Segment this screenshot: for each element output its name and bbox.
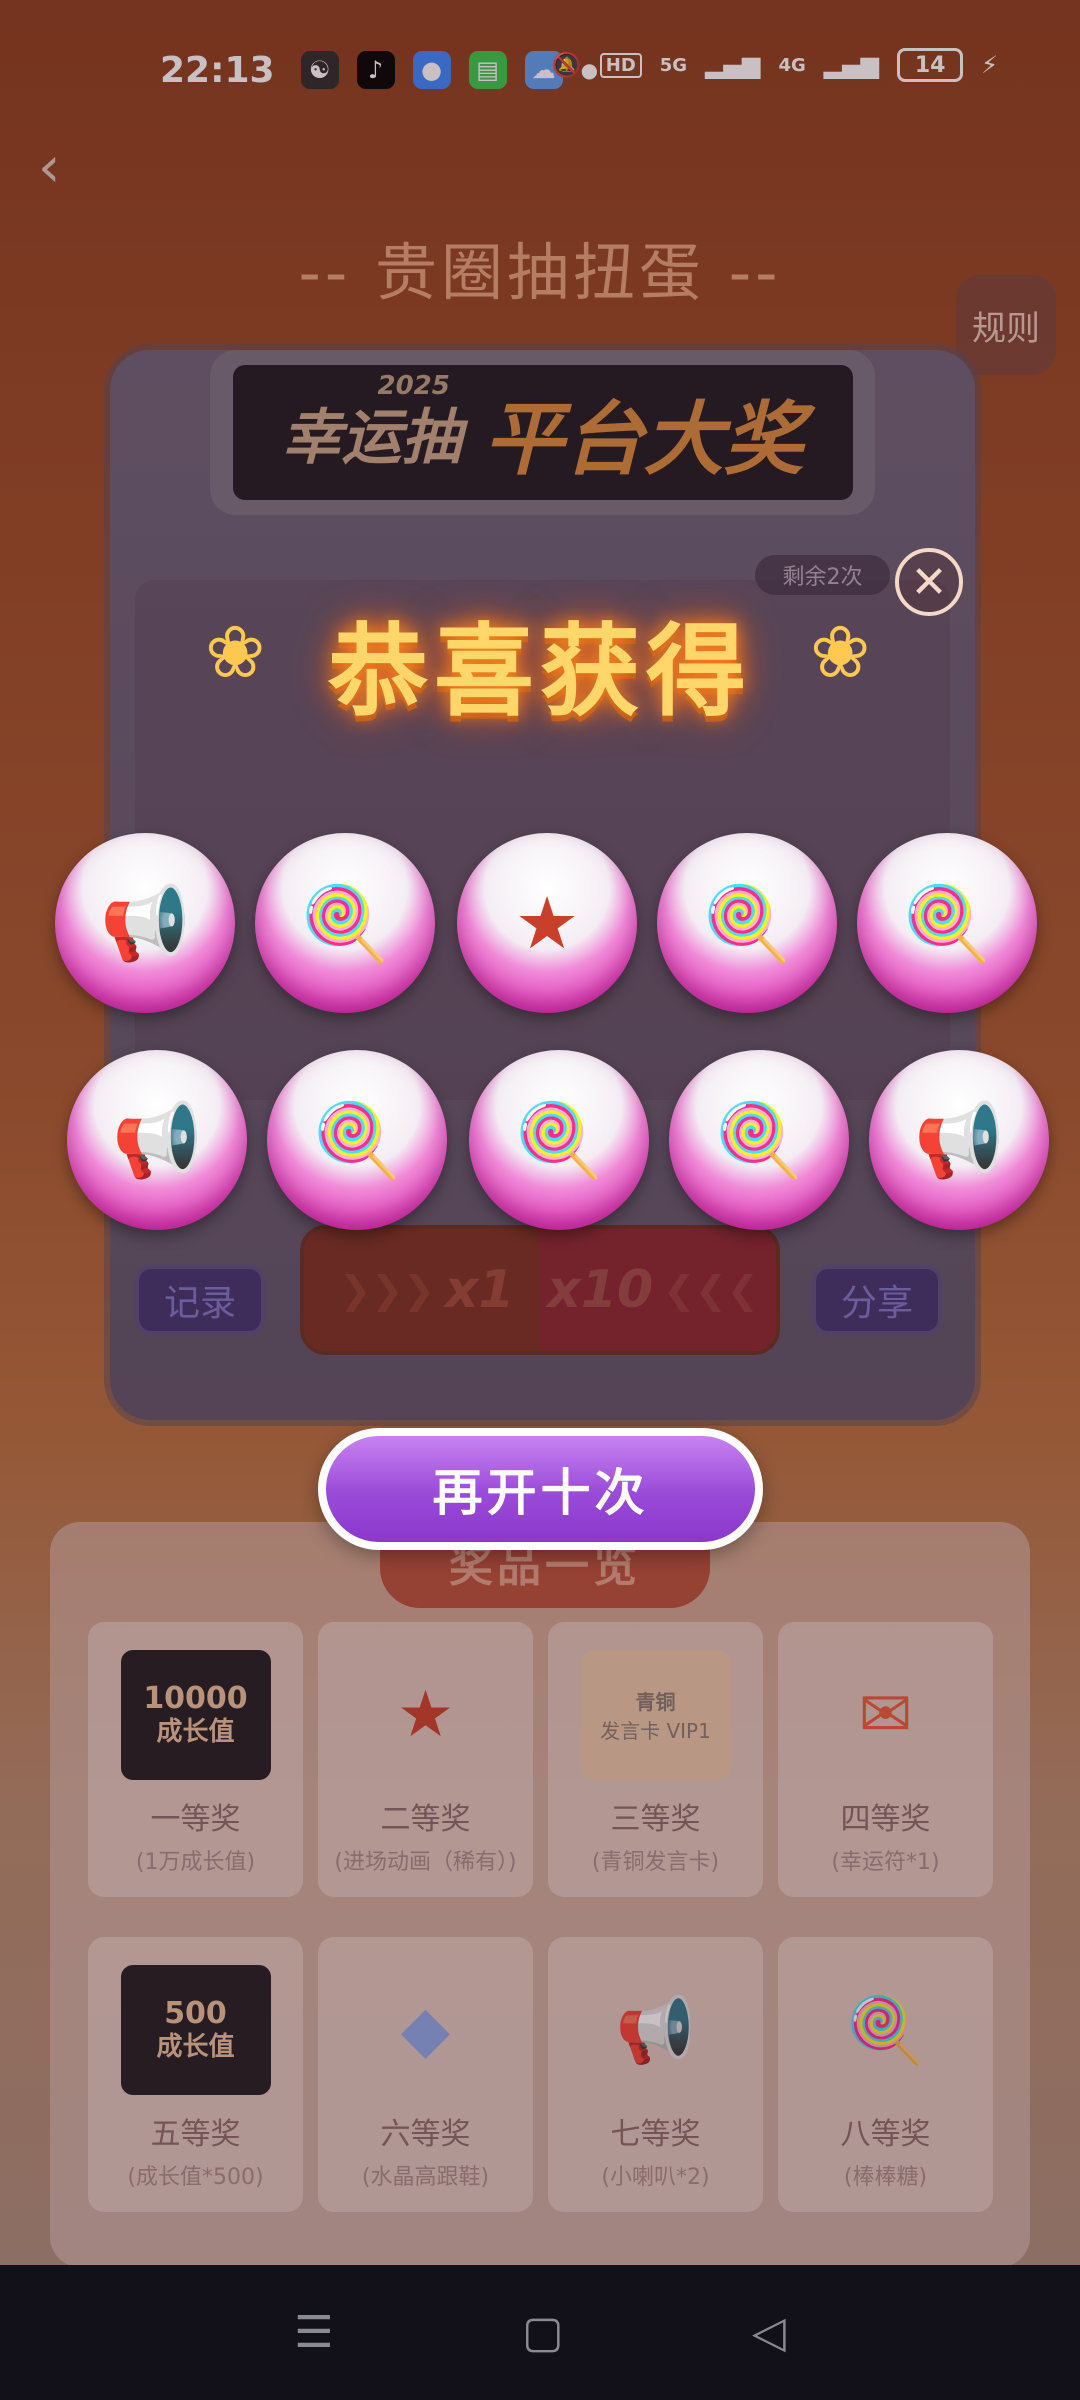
- lollipop-icon: 🍭: [514, 1097, 604, 1182]
- lollipop-icon: 🍭: [714, 1097, 804, 1182]
- prize-capsule: 🍭: [857, 833, 1037, 1013]
- prize-capsule: 🍭: [469, 1050, 649, 1230]
- result-title: 恭喜获得: [328, 613, 752, 730]
- prize-capsule: 📢: [869, 1050, 1049, 1230]
- prize-capsule: 📢: [67, 1050, 247, 1230]
- prize-capsule: ★: [457, 833, 637, 1013]
- lollipop-icon: 🍭: [902, 880, 992, 965]
- lollipop-icon: 🍭: [702, 880, 792, 965]
- prize-capsule: 🍭: [669, 1050, 849, 1230]
- system-nav-bar: ☰ ▢ ◁: [0, 2265, 1080, 2400]
- prize-capsule: 🍭: [267, 1050, 447, 1230]
- menu-icon[interactable]: ☰: [294, 2307, 333, 2358]
- lollipop-icon: 🍭: [300, 880, 390, 965]
- lollipop-icon: 🍭: [312, 1097, 402, 1182]
- horn-icon: 📢: [914, 1097, 1004, 1182]
- character-icon: ★: [514, 881, 580, 965]
- draw-ten-again-button[interactable]: 再开十次: [318, 1428, 763, 1550]
- horn-icon: 📢: [100, 880, 190, 965]
- horn-icon: 📢: [112, 1097, 202, 1182]
- prize-capsule: 📢: [55, 833, 235, 1013]
- home-icon[interactable]: ▢: [522, 2307, 564, 2358]
- laurel-right-icon: ❀: [810, 610, 871, 694]
- prize-capsule: 🍭: [255, 833, 435, 1013]
- back-nav-icon[interactable]: ◁: [752, 2307, 786, 2358]
- prize-capsule: 🍭: [657, 833, 837, 1013]
